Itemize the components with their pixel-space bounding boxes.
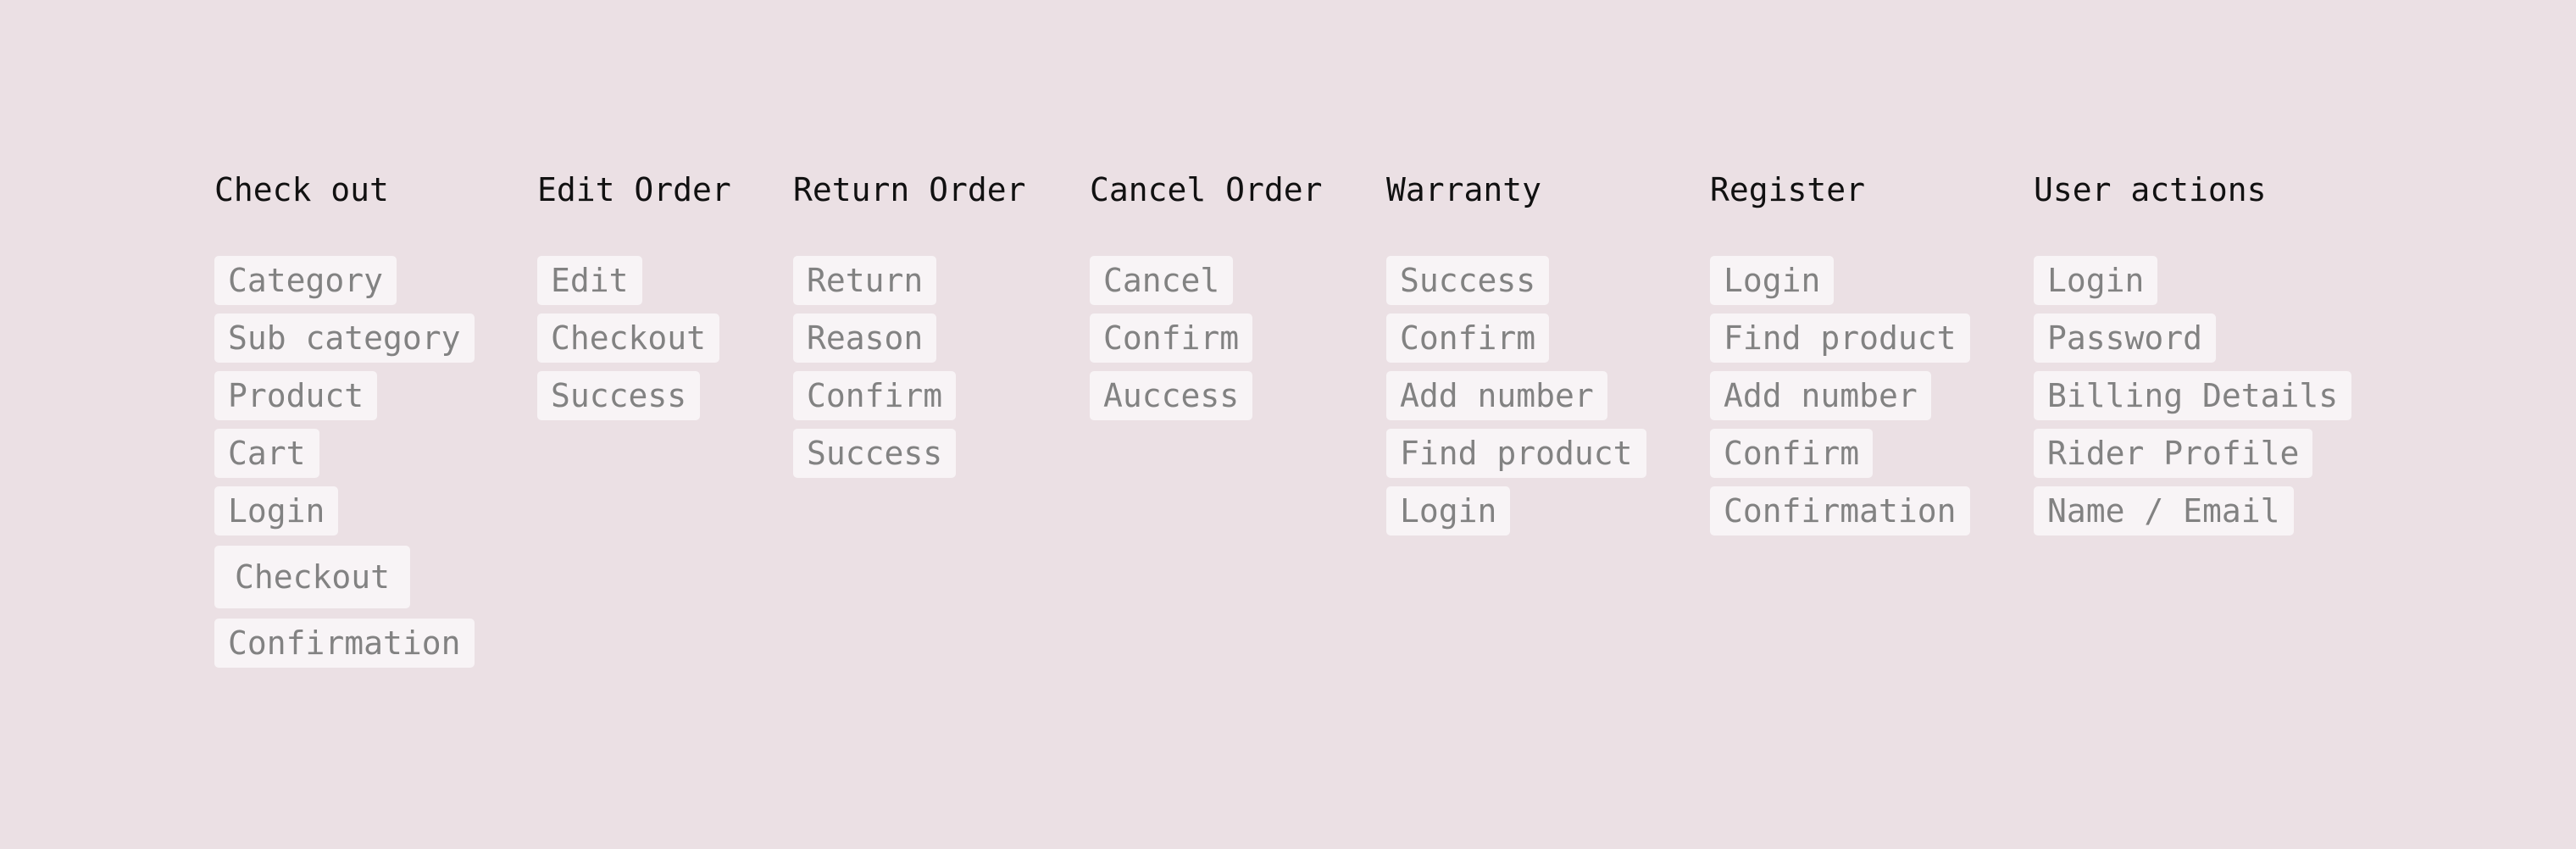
column-register: Register Login Find product Add number C… bbox=[1710, 169, 1970, 544]
step-list: Login Find product Add number Confirm Co… bbox=[1710, 256, 1970, 544]
step-chip[interactable]: Confirm bbox=[1710, 429, 1874, 478]
step-chip[interactable]: Rider Profile bbox=[2034, 429, 2313, 478]
step-list: Return Reason Confirm Success bbox=[793, 256, 1026, 486]
column-title: Return Order bbox=[793, 171, 1026, 208]
step-chip[interactable]: Login bbox=[1710, 256, 1835, 305]
step-chip[interactable]: Edit bbox=[537, 256, 642, 305]
column-user-actions: User actions Login Password Billing Deta… bbox=[2034, 169, 2352, 544]
step-chip[interactable]: Reason bbox=[793, 314, 937, 363]
step-chip[interactable]: Password bbox=[2034, 314, 2217, 363]
step-list: Success Confirm Add number Find product … bbox=[1386, 256, 1646, 544]
step-chip[interactable]: Success bbox=[537, 371, 701, 420]
step-list: Category Sub category Product Cart Login… bbox=[214, 256, 475, 676]
step-chip[interactable]: Find product bbox=[1386, 429, 1646, 478]
column-cancel-order: Cancel Order Cancel Confirm Auccess bbox=[1090, 169, 1323, 429]
step-chip[interactable]: Checkout bbox=[537, 314, 720, 363]
step-chip[interactable]: Return bbox=[793, 256, 937, 305]
step-chip[interactable]: Success bbox=[1386, 256, 1550, 305]
step-chip[interactable]: Product bbox=[214, 371, 378, 420]
step-list: Cancel Confirm Auccess bbox=[1090, 256, 1323, 429]
step-list: Edit Checkout Success bbox=[537, 256, 731, 429]
column-warranty: Warranty Success Confirm Add number Find… bbox=[1386, 169, 1646, 544]
step-chip[interactable]: Confirm bbox=[1386, 314, 1550, 363]
column-title: Cancel Order bbox=[1090, 171, 1323, 208]
step-chip[interactable]: Category bbox=[214, 256, 397, 305]
step-chip[interactable]: Login bbox=[214, 486, 339, 535]
step-chip[interactable]: Login bbox=[2034, 256, 2158, 305]
column-title: User actions bbox=[2034, 171, 2267, 208]
step-chip[interactable]: Confirm bbox=[793, 371, 957, 420]
step-chip[interactable]: Billing Details bbox=[2034, 371, 2352, 420]
step-chip[interactable]: Cart bbox=[214, 429, 319, 478]
column-title: Register bbox=[1710, 171, 1866, 208]
step-chip[interactable]: Login bbox=[1386, 486, 1511, 535]
step-chip[interactable]: Sub category bbox=[214, 314, 475, 363]
step-chip[interactable]: Checkout bbox=[214, 546, 411, 608]
step-chip[interactable]: Add number bbox=[1386, 371, 1607, 420]
step-list: Login Password Billing Details Rider Pro… bbox=[2034, 256, 2352, 544]
step-chip[interactable]: Confirmation bbox=[214, 619, 475, 668]
column-title: Check out bbox=[214, 171, 389, 208]
step-chip[interactable]: Cancel bbox=[1090, 256, 1234, 305]
step-chip[interactable]: Confirmation bbox=[1710, 486, 1970, 535]
column-edit-order: Edit Order Edit Checkout Success bbox=[537, 169, 731, 429]
column-return-order: Return Order Return Reason Confirm Succe… bbox=[793, 169, 1026, 486]
step-chip[interactable]: Success bbox=[793, 429, 957, 478]
step-chip[interactable]: Find product bbox=[1710, 314, 1970, 363]
column-title: Warranty bbox=[1386, 171, 1542, 208]
column-title: Edit Order bbox=[537, 171, 731, 208]
column-check-out: Check out Category Sub category Product … bbox=[214, 169, 475, 676]
step-chip[interactable]: Add number bbox=[1710, 371, 1931, 420]
step-chip[interactable]: Confirm bbox=[1090, 314, 1253, 363]
step-chip[interactable]: Auccess bbox=[1090, 371, 1253, 420]
step-chip[interactable]: Name / Email bbox=[2034, 486, 2294, 535]
